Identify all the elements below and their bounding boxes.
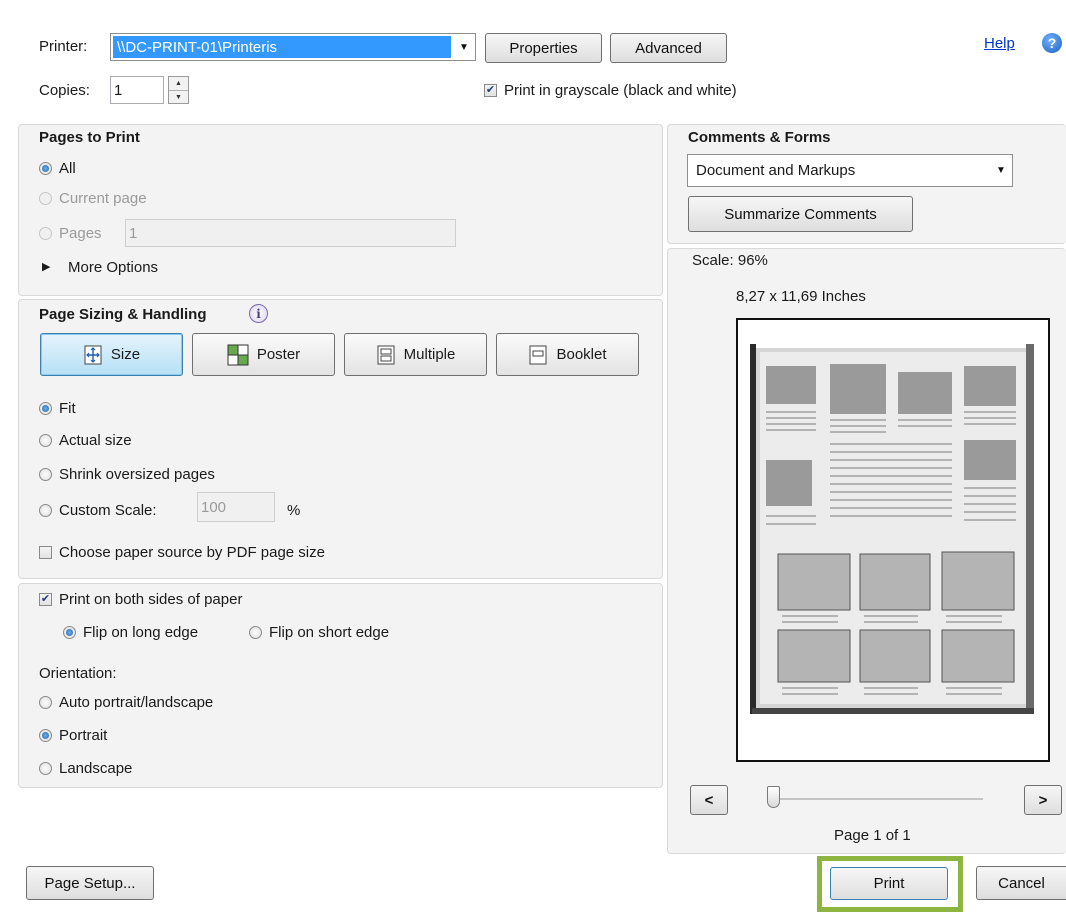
radio-button[interactable]: [39, 468, 52, 481]
print-button[interactable]: Print: [830, 867, 948, 900]
grayscale-label: Print in grayscale (black and white): [504, 82, 737, 99]
copies-input[interactable]: 1: [110, 76, 164, 104]
chevron-down-icon: ▼: [459, 41, 469, 53]
summarize-comments-button[interactable]: Summarize Comments: [688, 196, 913, 232]
copies-stepper[interactable]: ▲ ▼: [168, 76, 189, 104]
poster-tool-button[interactable]: Poster: [192, 333, 335, 376]
radio-button[interactable]: [39, 434, 52, 447]
shrink-option[interactable]: Shrink oversized pages: [39, 466, 215, 483]
radio-button[interactable]: [39, 162, 52, 175]
pages-range-option: Pages: [39, 225, 102, 242]
grayscale-checkbox[interactable]: ✔: [484, 84, 497, 97]
printer-label: Printer:: [39, 38, 88, 55]
pages-current-option: Current page: [39, 190, 147, 207]
radio-button[interactable]: [39, 504, 52, 517]
short-edge-label: Flip on short edge: [269, 624, 390, 641]
shrink-label: Shrink oversized pages: [59, 466, 215, 483]
custom-scale-option[interactable]: Custom Scale:: [39, 502, 157, 519]
landscape-option[interactable]: Landscape: [39, 760, 132, 777]
help-link[interactable]: Help: [984, 35, 1015, 52]
comments-forms-title: Comments & Forms: [688, 129, 831, 146]
portrait-option[interactable]: Portrait: [39, 727, 107, 744]
size-tool-label: Size: [110, 346, 141, 363]
size-tool-button[interactable]: Size: [40, 333, 183, 376]
auto-orientation-option[interactable]: Auto portrait/landscape: [39, 694, 213, 711]
comments-forms-select[interactable]: Document and Markups ▼: [687, 154, 1013, 187]
custom-scale-label: Custom Scale:: [59, 502, 157, 519]
paper-source-option[interactable]: Choose paper source by PDF page size: [39, 544, 325, 561]
multiple-tool-label: Multiple: [403, 346, 456, 363]
radio-button[interactable]: [39, 402, 52, 415]
duplex-orientation-panel: [18, 583, 663, 788]
page-number-readout: Page 1 of 1: [834, 827, 911, 844]
copies-label: Copies:: [39, 82, 90, 99]
page-sizing-title: Page Sizing & Handling: [39, 306, 207, 323]
page-slider-track[interactable]: [768, 798, 983, 800]
expand-triangle-icon[interactable]: ▶: [42, 260, 50, 273]
chevron-down-icon: ▼: [996, 165, 1006, 176]
pages-all-option[interactable]: All: [39, 160, 76, 177]
radio-button[interactable]: [39, 762, 52, 775]
pages-range-label: Pages: [59, 225, 102, 242]
previous-page-button[interactable]: <: [690, 785, 728, 815]
more-options-toggle[interactable]: More Options: [68, 259, 158, 276]
both-sides-option[interactable]: ✔ Print on both sides of paper: [39, 591, 242, 608]
chevron-up-icon[interactable]: ▲: [169, 77, 188, 91]
long-edge-option[interactable]: Flip on long edge: [63, 624, 198, 641]
multiple-pages-icon: [377, 345, 395, 364]
booklet-tool-label: Booklet: [556, 346, 607, 363]
paper-source-label: Choose paper source by PDF page size: [59, 544, 325, 561]
fit-option[interactable]: Fit: [39, 400, 76, 417]
radio-button[interactable]: [39, 696, 52, 709]
poster-tool-label: Poster: [256, 346, 301, 363]
actual-size-option[interactable]: Actual size: [39, 432, 132, 449]
actual-size-label: Actual size: [59, 432, 132, 449]
landscape-label: Landscape: [59, 760, 133, 777]
paper-size-readout: 8,27 x 11,69 Inches: [736, 288, 866, 305]
pages-all-label: All: [59, 160, 76, 177]
custom-scale-input: 100: [197, 492, 275, 522]
page-slider-thumb[interactable]: [767, 786, 780, 808]
fit-label: Fit: [59, 400, 76, 417]
page-preview-thumbnail: [750, 344, 1034, 714]
both-sides-label: Print on both sides of paper: [59, 591, 243, 608]
radio-button[interactable]: [249, 626, 262, 639]
cancel-button[interactable]: Cancel: [976, 866, 1066, 900]
scale-readout: Scale: 96%: [692, 252, 768, 269]
page-setup-button[interactable]: Page Setup...: [26, 866, 154, 900]
printer-select-value: \\DC-PRINT-01\Printeris: [113, 36, 451, 58]
help-icon[interactable]: ?: [1042, 33, 1062, 53]
pages-current-label: Current page: [59, 190, 147, 207]
long-edge-label: Flip on long edge: [83, 624, 199, 641]
poster-icon: [227, 344, 249, 365]
radio-button: [39, 227, 52, 240]
pages-range-input: 1: [125, 219, 456, 247]
booklet-tool-button[interactable]: Booklet: [496, 333, 639, 376]
multiple-tool-button[interactable]: Multiple: [344, 333, 487, 376]
printer-select[interactable]: \\DC-PRINT-01\Printeris ▼: [110, 33, 476, 61]
radio-button[interactable]: [63, 626, 76, 639]
page-preview: [736, 318, 1050, 762]
properties-button[interactable]: Properties: [485, 33, 602, 63]
grayscale-option[interactable]: ✔ Print in grayscale (black and white): [484, 82, 737, 99]
booklet-icon: [529, 345, 547, 364]
size-icon: [84, 345, 102, 364]
info-icon[interactable]: i: [249, 304, 268, 323]
advanced-button[interactable]: Advanced: [610, 33, 727, 63]
portrait-label: Portrait: [59, 727, 108, 744]
comments-forms-value: Document and Markups: [696, 162, 856, 179]
orientation-label: Orientation:: [39, 665, 117, 682]
chevron-down-icon[interactable]: ▼: [169, 91, 188, 104]
both-sides-checkbox[interactable]: ✔: [39, 593, 52, 606]
next-page-button[interactable]: >: [1024, 785, 1062, 815]
auto-orientation-label: Auto portrait/landscape: [59, 694, 214, 711]
paper-source-checkbox[interactable]: [39, 546, 52, 559]
radio-button[interactable]: [39, 729, 52, 742]
percent-sign: %: [287, 502, 301, 519]
pages-to-print-title: Pages to Print: [39, 129, 140, 146]
short-edge-option[interactable]: Flip on short edge: [249, 624, 389, 641]
radio-button: [39, 192, 52, 205]
